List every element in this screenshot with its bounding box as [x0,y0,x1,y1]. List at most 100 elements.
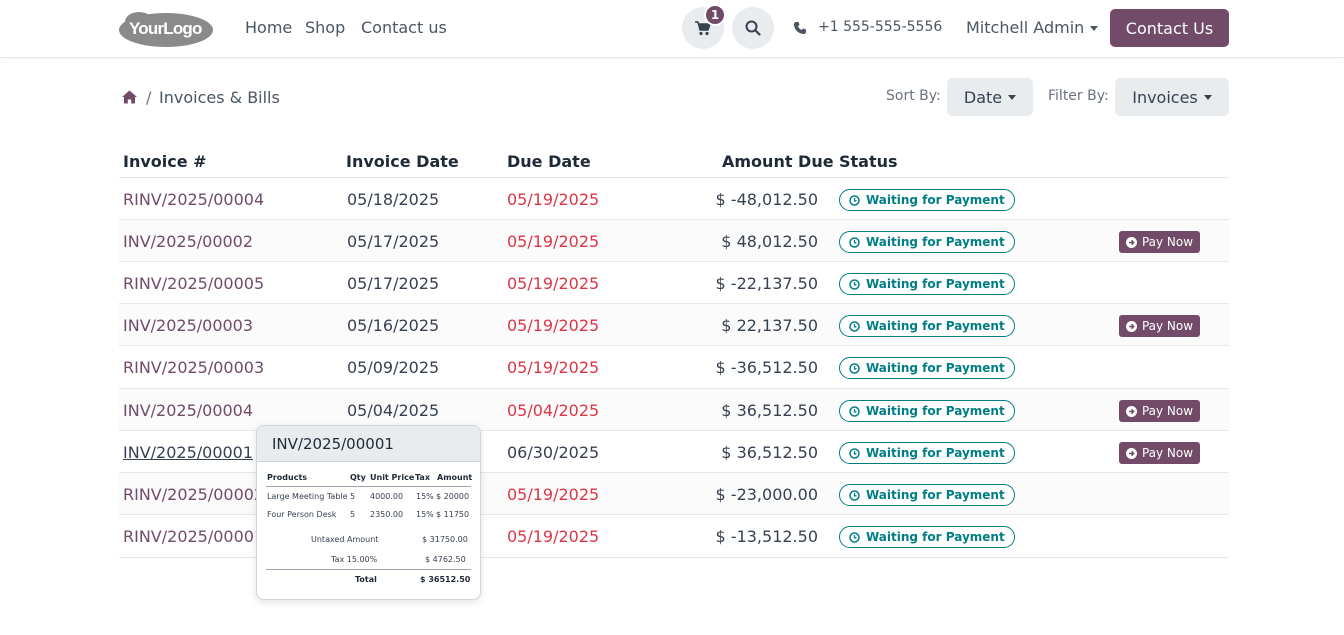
invoice-date: 05/17/2025 [347,232,440,251]
status-text: Waiting for Payment [866,488,1005,502]
row-divider [119,388,1229,389]
popover-header-products: Products [267,473,308,482]
amount-due: $ 36,512.50 [721,401,818,420]
invoice-link[interactable]: INV/2025/00004 [123,401,253,420]
due-date: 05/19/2025 [507,485,600,504]
logo-text: YourLogo [129,19,202,38]
pay-now-label: Pay Now [1141,319,1194,333]
invoice-link[interactable]: INV/2025/00002 [123,232,253,251]
clock-icon [849,490,860,501]
invoice-link[interactable]: INV/2025/00003 [123,316,253,335]
popover-line-tax: 15% [416,510,434,519]
arrow-circle-right-icon [1125,405,1137,417]
amount-due: $ -48,012.50 [715,190,818,209]
clock-icon [849,532,860,543]
clock-icon [849,406,860,417]
clock-icon [849,448,860,459]
pay-now-label: Pay Now [1141,446,1194,460]
due-date: 05/19/2025 [507,190,600,209]
filter-by-label: Filter By: [1048,88,1109,104]
column-header-invoice-date: Invoice Date [346,152,459,171]
chevron-down-icon [1090,26,1099,31]
due-date: 06/30/2025 [507,443,600,462]
invoice-link[interactable]: RINV/2025/00003 [123,358,264,377]
sort-by-value: Date [963,87,1003,107]
popover-line-product: Large Meeting Table [267,492,348,501]
table-row[interactable]: RINV/2025/00005 05/17/2025 05/19/2025 $ … [119,262,1229,304]
popover-total-value: $ 36512.50 [420,575,471,584]
row-divider [119,261,1229,262]
due-date: 05/19/2025 [507,358,600,377]
pay-now-button[interactable]: Pay Now [1119,315,1200,337]
pay-now-label: Pay Now [1141,235,1194,249]
arrow-circle-right-icon [1125,236,1137,248]
invoice-link[interactable]: RINV/2025/00002 [123,485,264,504]
status-badge: Waiting for Payment [839,315,1015,337]
clock-icon [849,279,860,290]
due-date: 05/19/2025 [507,274,600,293]
sort-by-label: Sort By: [886,88,941,104]
popover-tax-value: $ 4762.50 [425,555,466,564]
popover-divider [266,569,471,570]
column-header-amount-due: Amount Due [722,152,834,171]
popover-untaxed-label: Untaxed Amount [311,535,379,544]
status-text: Waiting for Payment [866,235,1005,249]
pay-now-button[interactable]: Pay Now [1119,231,1200,253]
row-divider [119,303,1229,304]
popover-untaxed-value: $ 31750.00 [422,535,468,544]
status-badge: Waiting for Payment [839,484,1015,506]
due-date: 05/04/2025 [507,401,600,420]
due-date: 05/19/2025 [507,316,600,335]
invoice-preview-popover: INV/2025/00001 Products Qty Unit Price T… [256,425,481,600]
nav-home[interactable]: Home [245,18,292,37]
status-badge: Waiting for Payment [839,442,1015,464]
popover-line-qty: 5 [350,492,356,501]
invoice-link[interactable]: RINV/2025/00004 [123,190,264,209]
nav-shop[interactable]: Shop [305,18,345,37]
popover-line-price: 4000.00 [370,492,404,501]
arrow-circle-right-icon [1125,447,1137,459]
invoice-date: 05/17/2025 [347,274,440,293]
invoice-date: 05/18/2025 [347,190,440,209]
row-divider [119,219,1229,220]
phone-icon [794,22,806,34]
nav-contact-us[interactable]: Contact us [361,18,447,37]
invoice-date: 05/04/2025 [347,401,440,420]
invoice-link[interactable]: RINV/2025/00001 [123,527,264,546]
search-button[interactable] [732,7,774,49]
table-row[interactable]: INV/2025/00003 05/16/2025 05/19/2025 $ 2… [119,304,1229,346]
chevron-down-icon [1203,94,1212,100]
popover-title: INV/2025/00001 [257,426,480,462]
home-icon[interactable] [122,90,137,104]
invoice-link[interactable]: INV/2025/00001 [123,443,253,462]
filter-by-dropdown[interactable]: Invoices [1115,78,1229,116]
phone-number[interactable]: +1 555-555-5556 [818,19,942,35]
clock-icon [849,363,860,374]
cart-count-badge: 1 [704,4,726,26]
sort-by-dropdown[interactable]: Date [947,78,1033,116]
page-title: Invoices & Bills [159,88,280,107]
column-header-due-date: Due Date [507,152,591,171]
table-row[interactable]: RINV/2025/00004 05/18/2025 05/19/2025 $ … [119,178,1229,220]
table-row[interactable]: RINV/2025/00003 05/09/2025 05/19/2025 $ … [119,346,1229,388]
popover-line-product: Four Person Desk [267,510,337,519]
popover-line-amount: $ 20000 [436,492,470,501]
invoice-link[interactable]: RINV/2025/00005 [123,274,264,293]
user-menu[interactable]: Mitchell Admin [966,18,1099,37]
amount-due: $ -36,512.50 [715,358,818,377]
clock-icon [849,237,860,248]
pay-now-button[interactable]: Pay Now [1119,442,1200,464]
pay-now-button[interactable]: Pay Now [1119,400,1200,422]
status-badge: Waiting for Payment [839,357,1015,379]
status-text: Waiting for Payment [866,277,1005,291]
search-icon [745,20,761,36]
contact-us-button[interactable]: Contact Us [1110,9,1229,47]
status-badge: Waiting for Payment [839,400,1015,422]
popover-tax-label: Tax 15.00% [331,555,378,564]
company-logo[interactable]: YourLogo [119,10,214,48]
table-row[interactable]: INV/2025/00002 05/17/2025 05/19/2025 $ 4… [119,220,1229,262]
amount-due: $ -22,137.50 [715,274,818,293]
popover-line-tax: 15% [416,492,434,501]
top-navbar: YourLogo Home Shop Contact us 1 +1 555-5… [0,0,1344,58]
column-header-status: Status [839,152,898,171]
